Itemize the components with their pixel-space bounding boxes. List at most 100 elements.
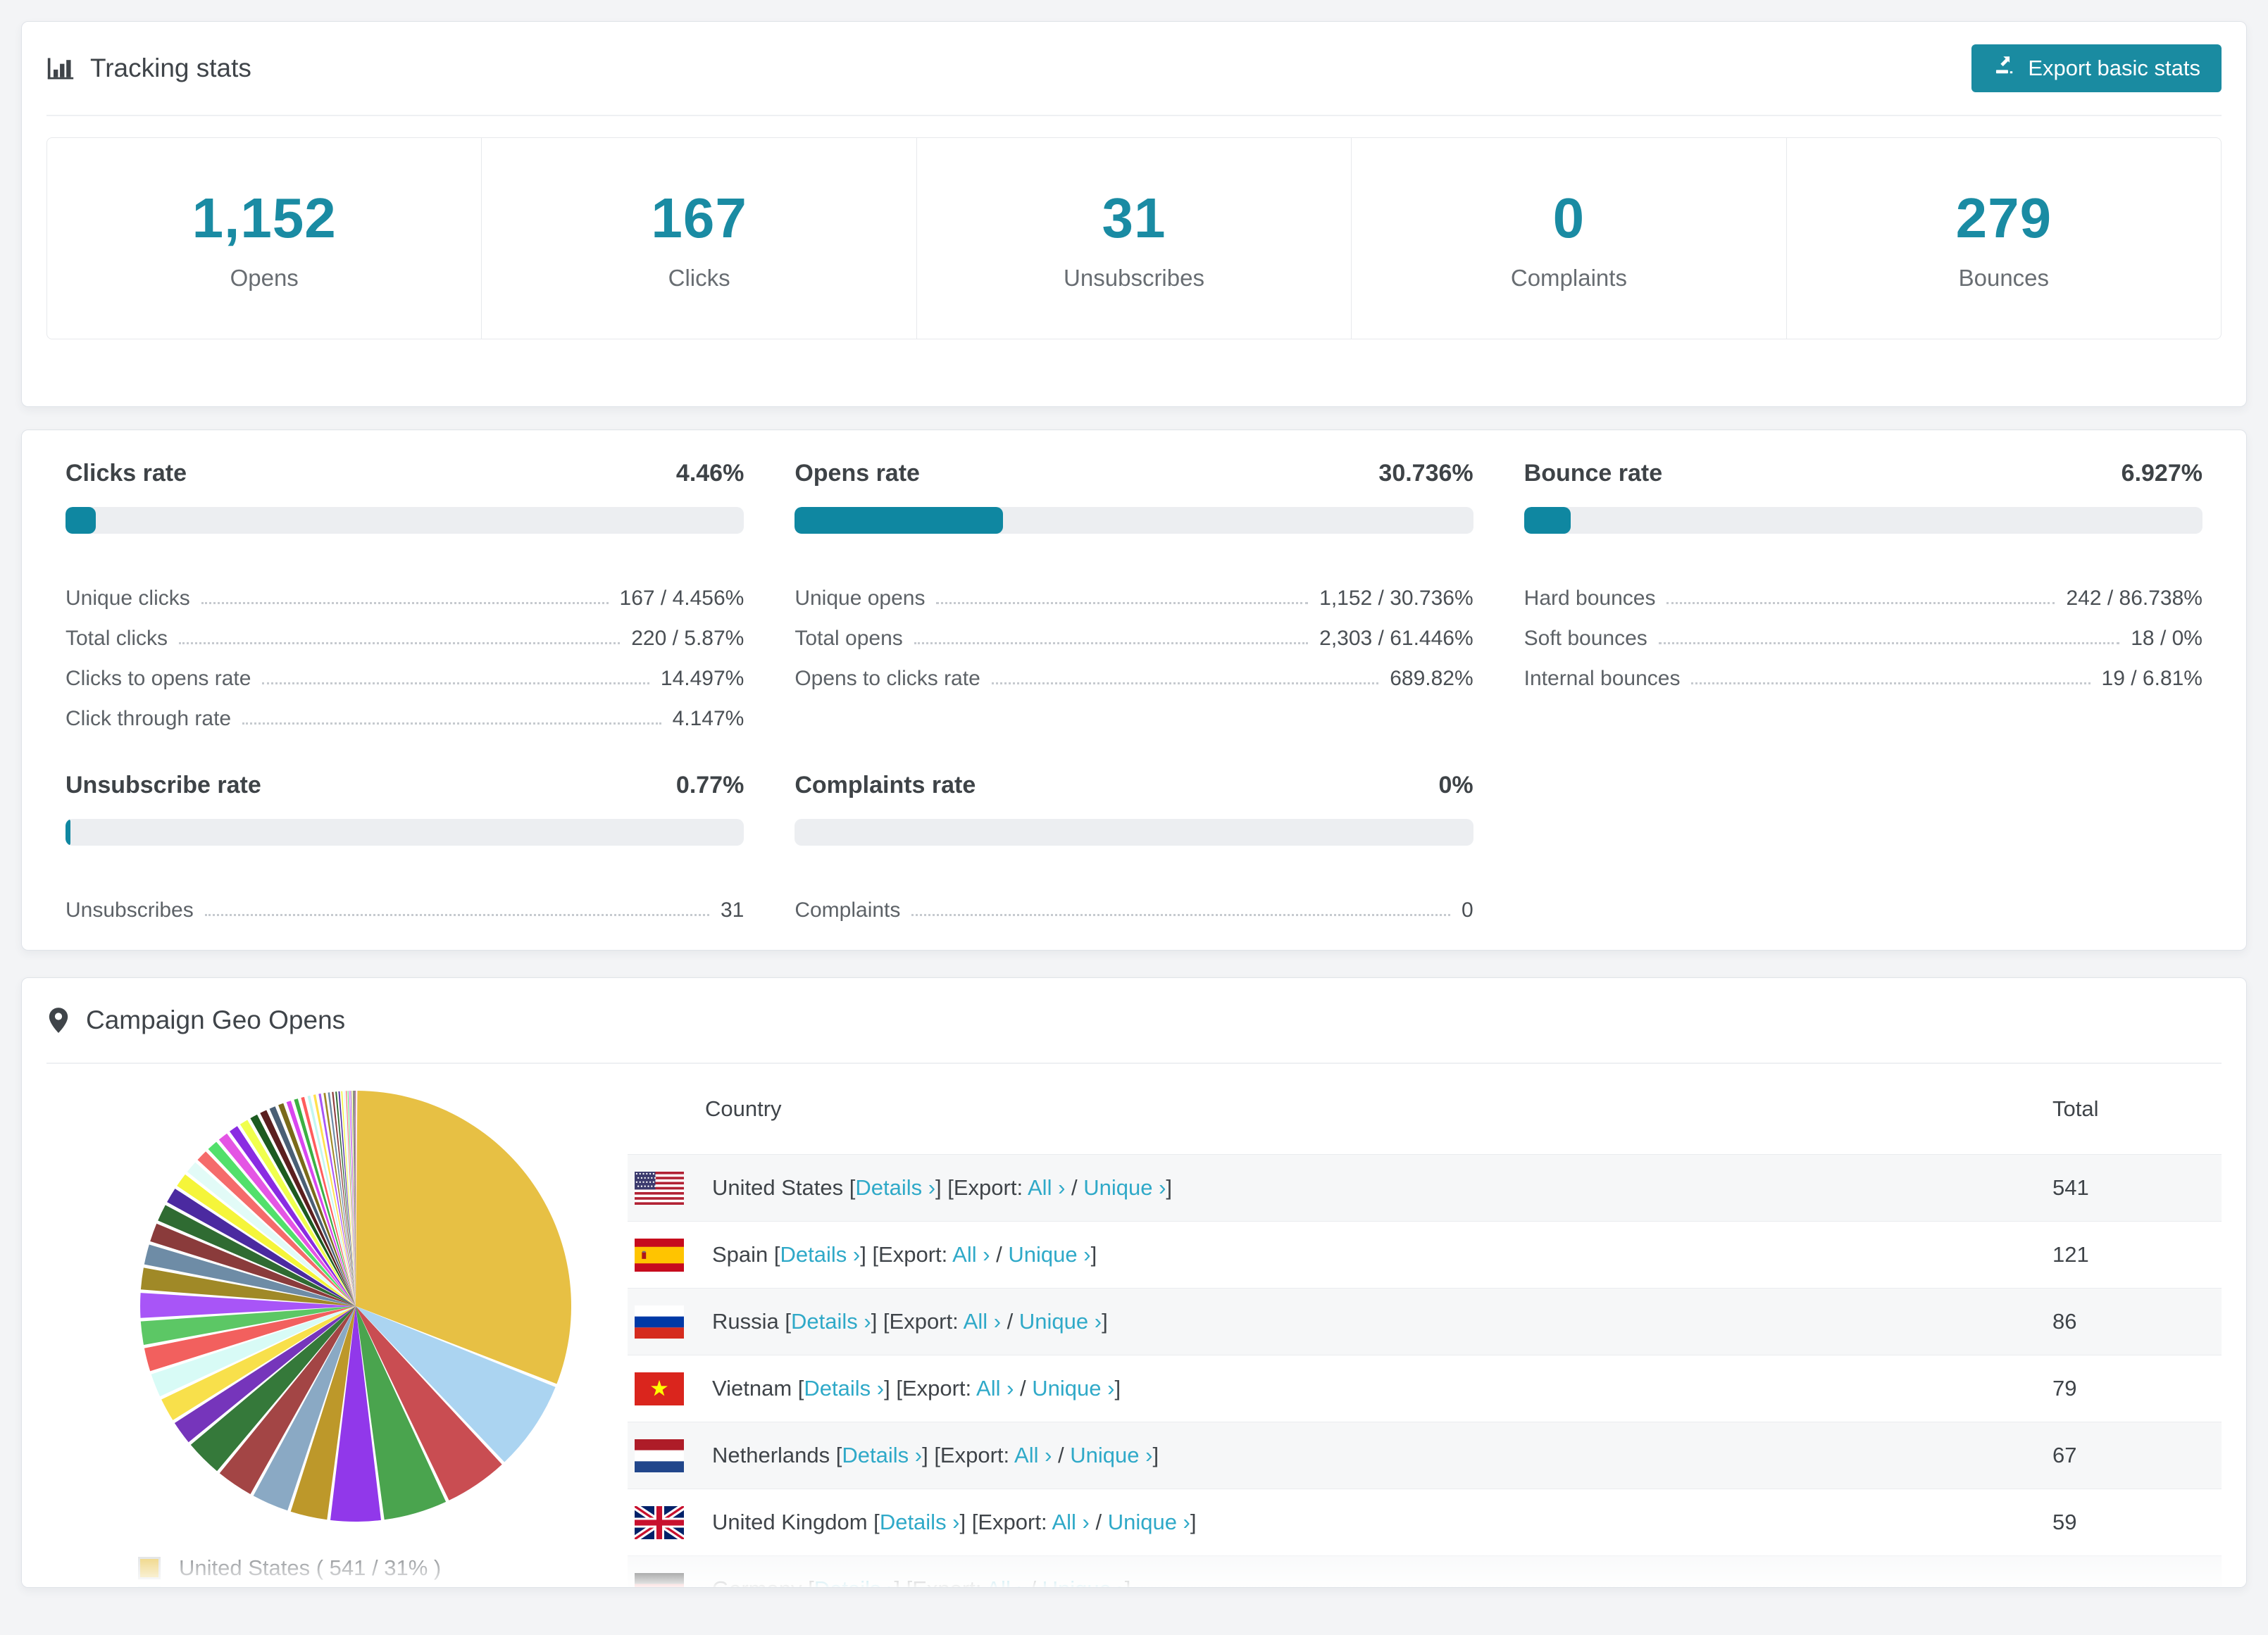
rate-section-header: Opens rate 30.736% [795, 460, 1473, 487]
country-details-link[interactable]: Details › [791, 1309, 871, 1334]
rates-grid: Clicks rate 4.46% Unique clicks 167 / 4.456… [22, 430, 2246, 922]
rate-value: 30.736% [1378, 460, 1473, 487]
rate-row-label: Unique clicks [66, 587, 190, 610]
rate-section-header: Complaints rate 0% [795, 772, 1473, 799]
geo-table-row: Germany [Details ›] [Export: All › / Uni… [628, 1555, 2222, 1587]
country-export-unique-link[interactable]: Unique › [1083, 1175, 1166, 1200]
country-details-link[interactable]: Details › [855, 1175, 935, 1200]
dotted-leader [914, 642, 1309, 644]
rate-progress-fill [66, 819, 71, 846]
country-export-unique-link[interactable]: Unique › [1032, 1376, 1114, 1401]
rate-row: Complaints 0 [795, 882, 1473, 922]
rate-section: Complaints rate 0% Complaints 0 [795, 772, 1473, 922]
rate-row-value: 242 / 86.738% [2066, 587, 2202, 610]
rate-title: Complaints rate [795, 772, 976, 798]
geo-table-rows: United States [Details ›] [Export: All ›… [628, 1154, 2222, 1587]
country-export-unique-link[interactable]: Unique › [1070, 1443, 1152, 1467]
legend-swatch [138, 1586, 161, 1587]
country-export-all-link[interactable]: All › [1052, 1510, 1089, 1534]
summary-stat-label: Bounces [1958, 264, 2050, 291]
summary-stat-label: Complaints [1510, 264, 1627, 291]
country-total-cell: 67 [2052, 1443, 2077, 1467]
country-details-link[interactable]: Details › [814, 1577, 895, 1587]
rate-row: Opens to clicks rate 689.82% [795, 651, 1473, 691]
rates-card: Clicks rate 4.46% Unique clicks 167 / 4.456… [21, 430, 2247, 951]
rate-title: Bounce rate [1524, 460, 1663, 487]
rate-title: Clicks rate [66, 460, 187, 487]
country-total-cell: 86 [2052, 1309, 2077, 1334]
rate-progress-bar [795, 507, 1473, 534]
rate-row: Hard bounces 242 / 86.738% [1524, 570, 2202, 610]
rate-row-label: Soft bounces [1524, 627, 1647, 650]
geo-opens-body: United States ( 541 / 31% ) Spain ( 121 /… [22, 1064, 2246, 1587]
rate-row-label: Total clicks [66, 627, 168, 650]
country-export-unique-link[interactable]: Unique › [1019, 1309, 1102, 1334]
geo-country-table: Country Total United States [Details ›] … [628, 1064, 2222, 1587]
rate-row: Clicks to opens rate 14.497% [66, 651, 744, 691]
rate-row-label: Click through rate [66, 707, 232, 730]
summary-stat-value: 167 [651, 186, 747, 249]
rate-section-header: Bounce rate 6.927% [1524, 460, 2202, 487]
country-cell: United States [Details ›] [Export: All ›… [712, 1175, 1173, 1200]
country-export-all-link[interactable]: All › [1028, 1175, 1065, 1200]
flag-de-icon [635, 1572, 684, 1587]
export-basic-stats-button[interactable]: Export basic stats [1971, 44, 2222, 92]
summary-stat-value: 31 [1102, 186, 1166, 249]
rate-row-value: 18 / 0% [2131, 627, 2202, 650]
rate-progress-bar [66, 819, 744, 846]
rate-rows: Unique opens 1,152 / 30.736% Total opens 2,… [795, 570, 1473, 691]
country-export-unique-link[interactable]: Unique › [1108, 1510, 1190, 1534]
rate-row-value: 220 / 5.87% [631, 627, 744, 650]
rate-row: Soft bounces 18 / 0% [1524, 610, 2202, 651]
summary-stat-box: 31 Unsubscribes [916, 138, 1351, 339]
rate-value: 0% [1438, 772, 1473, 798]
geo-pie-legend: United States ( 541 / 31% ) Spain ( 121 /… [138, 1553, 575, 1587]
flag-es-icon [635, 1238, 684, 1272]
country-total-cell: 121 [2052, 1242, 2089, 1267]
rate-rows: Unsubscribes 31 [66, 882, 744, 922]
rate-row-value: 0 [1461, 898, 1473, 922]
dotted-leader [911, 914, 1450, 916]
rate-row-value: 1,152 / 30.736% [1319, 587, 1473, 610]
rate-row-label: Complaints [795, 898, 901, 922]
geo-table-row: Russia [Details ›] [Export: All › / Uniq… [628, 1288, 2222, 1355]
rate-progress-fill [1524, 507, 1571, 534]
rate-progress-fill [795, 507, 1004, 534]
geo-table-row: Netherlands [Details ›] [Export: All › /… [628, 1422, 2222, 1489]
geo-table-header-row: Country Total [628, 1064, 2222, 1154]
country-export-all-link[interactable]: All › [952, 1242, 990, 1267]
country-export-all-link[interactable]: All › [976, 1376, 1014, 1401]
country-details-link[interactable]: Details › [842, 1443, 922, 1467]
page-title-text: Tracking stats [90, 54, 251, 82]
country-cell: Spain [Details ›] [Export: All › / Uniqu… [712, 1242, 1097, 1267]
country-export-unique-link[interactable]: Unique › [1042, 1577, 1125, 1587]
rate-section-header: Unsubscribe rate 0.77% [66, 772, 744, 799]
summary-stat-label: Opens [230, 264, 299, 291]
dotted-leader [179, 642, 621, 644]
summary-stat-box: 167 Clicks [481, 138, 916, 339]
legend-item: United States ( 541 / 31% ) [138, 1553, 575, 1583]
rate-section: Unsubscribe rate 0.77% Unsubscribes 31 [66, 772, 744, 922]
legend-item: Spain ( 121 / 7% ) [138, 1583, 575, 1587]
summary-stat-value: 1,152 [192, 186, 337, 249]
rate-row: Unique clicks 167 / 4.456% [66, 570, 744, 610]
rate-section-header: Clicks rate 4.46% [66, 460, 744, 487]
country-details-link[interactable]: Details › [880, 1510, 960, 1534]
geo-opens-card: Campaign Geo Opens United States ( 541 /… [21, 977, 2247, 1588]
summary-stat-box: 279 Bounces [1786, 138, 2221, 339]
rate-rows: Unique clicks 167 / 4.456% Total clicks 220… [66, 570, 744, 731]
country-export-all-link[interactable]: All › [964, 1309, 1001, 1334]
country-export-all-link[interactable]: All › [986, 1577, 1023, 1587]
rate-rows: Hard bounces 242 / 86.738% Soft bounces 18 … [1524, 570, 2202, 691]
country-details-link[interactable]: Details › [804, 1376, 884, 1401]
dotted-leader [1666, 602, 2055, 604]
rate-value: 6.927% [2121, 460, 2202, 487]
rate-section: Bounce rate 6.927% Hard bounces 242 / 86.73… [1524, 460, 2202, 731]
dotted-leader [242, 722, 661, 725]
country-export-all-link[interactable]: All › [1014, 1443, 1052, 1467]
geo-table-row: Spain [Details ›] [Export: All › / Uniqu… [628, 1221, 2222, 1288]
country-details-link[interactable]: Details › [780, 1242, 861, 1267]
country-export-unique-link[interactable]: Unique › [1008, 1242, 1090, 1267]
rate-rows: Complaints 0 [795, 882, 1473, 922]
rate-section: Clicks rate 4.46% Unique clicks 167 / 4.456… [66, 460, 744, 731]
